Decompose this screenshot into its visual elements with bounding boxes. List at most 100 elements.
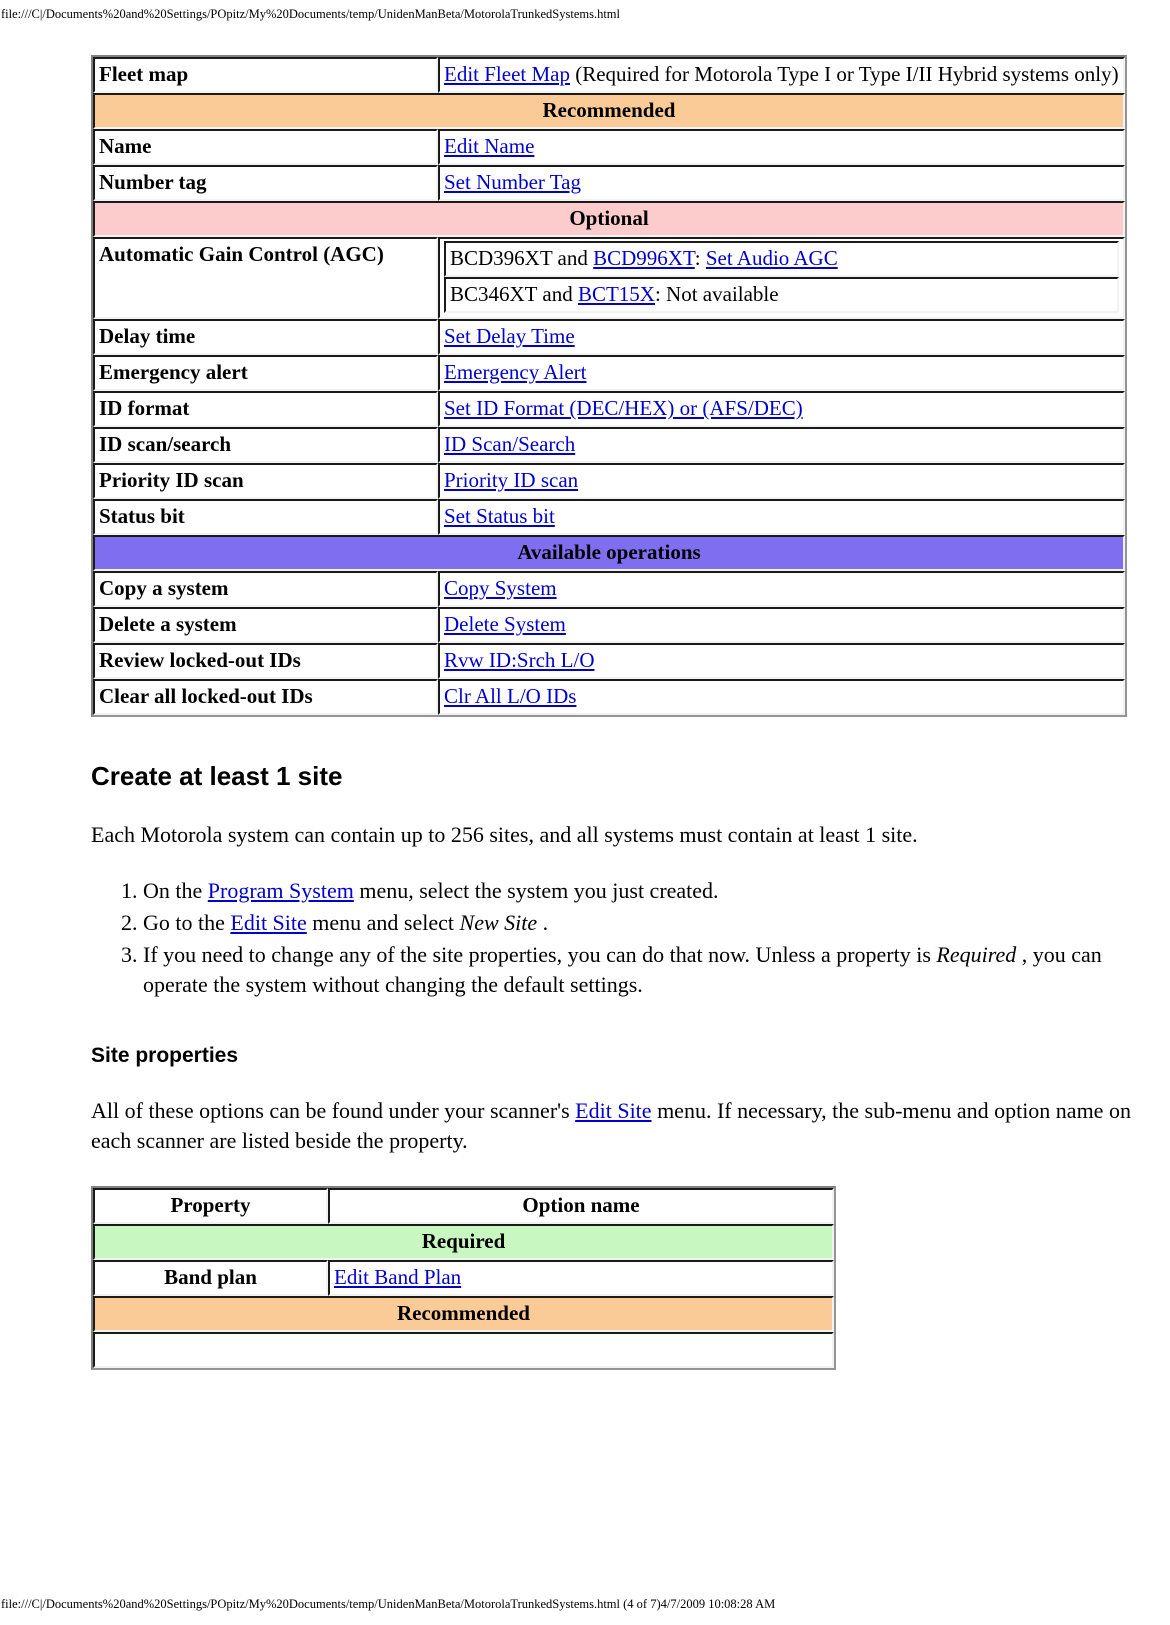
link-set-delay-time[interactable]: Set Delay Time (444, 324, 575, 348)
section-band-available-operations: Available operations (93, 535, 1125, 571)
table-row-status-bit: Status bit Set Status bit (93, 499, 1125, 535)
property-emergency-alert: Emergency alert (93, 355, 438, 391)
value-band-plan: Edit Band Plan (328, 1260, 834, 1296)
section-band-recommended: Recommended (93, 93, 1125, 129)
paragraph-create-site-intro: Each Motorola system can contain up to 2… (91, 822, 918, 847)
table-header-row: Property Option name (93, 1188, 834, 1224)
value-copy-a-system: Copy System (438, 571, 1125, 607)
property-id-scan-search: ID scan/search (93, 427, 438, 463)
value-emergency-alert: Emergency Alert (438, 355, 1125, 391)
link-set-id-format[interactable]: Set ID Format (DEC/HEX) or (AFS/DEC) (444, 396, 803, 420)
page-footer-url: file:///C|/Documents%20and%20Settings/PO… (1, 1597, 776, 1611)
link-emergency-alert[interactable]: Emergency Alert (444, 360, 586, 384)
table-row-id-format: ID format Set ID Format (DEC/HEX) or (AF… (93, 391, 1125, 427)
site-properties-table: Property Option name Required Band plan … (91, 1186, 836, 1370)
link-priority-id-scan[interactable]: Priority ID scan (444, 468, 578, 492)
table-row-fleet-map: Fleet map Edit Fleet Map (Required for M… (93, 57, 1125, 93)
step1-prefix: On the (143, 878, 208, 903)
value-delay-time: Set Delay Time (438, 319, 1125, 355)
table-row-priority-id-scan: Priority ID scan Priority ID scan (93, 463, 1125, 499)
table-row-delete-system: Delete a system Delete System (93, 607, 1125, 643)
step3-prefix: If you need to change any of the site pr… (143, 942, 937, 967)
property-automatic-gain-control: Automatic Gain Control (AGC) (93, 237, 438, 319)
list-item: If you need to change any of the site pr… (143, 940, 1131, 1000)
truncated-row-cell (93, 1332, 834, 1368)
band-label-available-operations: Available operations (93, 535, 1125, 571)
agc-model-line-2: BC346XT and BCT15X: Not available (444, 277, 1119, 313)
value-fleet-map: Edit Fleet Map (Required for Motorola Ty… (438, 57, 1125, 93)
list-item: On the Program System menu, select the s… (143, 876, 1131, 906)
step3-emphasis-required: Required (936, 942, 1017, 967)
property-band-plan: Band plan (93, 1260, 328, 1296)
link-edit-fleet-map[interactable]: Edit Fleet Map (444, 62, 570, 86)
link-rvw-id-srch-lo[interactable]: Rvw ID:Srch L/O (444, 648, 595, 672)
heading-create-at-least-1-site: Create at least 1 site (91, 761, 343, 791)
table-row-number-tag: Number tag Set Number Tag (93, 165, 1125, 201)
table-row-delay-time: Delay time Set Delay Time (93, 319, 1125, 355)
value-id-scan-search: ID Scan/Search (438, 427, 1125, 463)
link-set-number-tag[interactable]: Set Number Tag (444, 170, 581, 194)
agc-row2-prefix: BC346XT and (450, 282, 578, 306)
agc-model-line-1: BCD396XT and BCD996XT: Set Audio AGC (444, 241, 1119, 277)
link-edit-name[interactable]: Edit Name (444, 134, 534, 158)
link-copy-system[interactable]: Copy System (444, 576, 557, 600)
paragraph-site-properties-intro: All of these options can be found under … (91, 1096, 1131, 1156)
link-set-status-bit[interactable]: Set Status bit (444, 504, 555, 528)
value-status-bit: Set Status bit (438, 499, 1125, 535)
table-row-agc: Automatic Gain Control (AGC) BCD396XT an… (93, 237, 1125, 319)
link-edit-site-step2[interactable]: Edit Site (230, 910, 306, 935)
section-band-optional: Optional (93, 201, 1125, 237)
value-priority-id-scan: Priority ID scan (438, 463, 1125, 499)
section-band-required: Required (93, 1224, 834, 1260)
page-content: Fleet map Edit Fleet Map (Required for M… (91, 55, 1131, 1370)
link-edit-site-intro[interactable]: Edit Site (575, 1098, 651, 1123)
property-status-bit: Status bit (93, 499, 438, 535)
fleet-map-note: (Required for Motorola Type I or Type I/… (569, 62, 1119, 86)
link-clr-all-lo-ids[interactable]: Clr All L/O IDs (444, 684, 576, 708)
step1-suffix: menu, select the system you just created… (353, 878, 719, 903)
property-review-locked-out-ids: Review locked-out IDs (93, 643, 438, 679)
step2-emphasis-new-site: New Site (459, 910, 538, 935)
create-site-step-list: On the Program System menu, select the s… (91, 876, 1131, 1000)
table-row-review-locked-out-ids: Review locked-out IDs Rvw ID:Srch L/O (93, 643, 1125, 679)
link-id-scan-search[interactable]: ID Scan/Search (444, 432, 575, 456)
property-number-tag: Number tag (93, 165, 438, 201)
link-bct15x[interactable]: BCT15X (578, 282, 655, 306)
table-row-name: Name Edit Name (93, 129, 1125, 165)
link-set-audio-agc[interactable]: Set Audio AGC (706, 246, 838, 270)
list-item: Go to the Edit Site menu and select New … (143, 908, 1131, 938)
heading-site-properties: Site properties (91, 1044, 239, 1067)
agc-subtable: BCD396XT and BCD996XT: Set Audio AGC BC3… (444, 241, 1119, 313)
agc-subtable-row-1: BCD396XT and BCD996XT: Set Audio AGC (444, 241, 1119, 277)
link-edit-band-plan[interactable]: Edit Band Plan (334, 1265, 461, 1289)
column-header-property: Property (93, 1188, 328, 1224)
value-number-tag: Set Number Tag (438, 165, 1125, 201)
table-row-band-plan: Band plan Edit Band Plan (93, 1260, 834, 1296)
property-delete-a-system: Delete a system (93, 607, 438, 643)
link-delete-system[interactable]: Delete System (444, 612, 566, 636)
column-header-option-name: Option name (328, 1188, 834, 1224)
value-delete-a-system: Delete System (438, 607, 1125, 643)
table-row-copy-system: Copy a system Copy System (93, 571, 1125, 607)
agc-row1-prefix: BCD396XT and (450, 246, 594, 270)
property-copy-a-system: Copy a system (93, 571, 438, 607)
band-label-required: Required (93, 1224, 834, 1260)
page-header-url: file:///C|/Documents%20and%20Settings/PO… (1, 7, 621, 21)
band-label-optional: Optional (93, 201, 1125, 237)
site-intro-prefix: All of these options can be found under … (91, 1098, 576, 1123)
agc-subtable-row-2: BC346XT and BCT15X: Not available (444, 277, 1119, 313)
table-row-emergency-alert: Emergency alert Emergency Alert (93, 355, 1125, 391)
agc-row2-suffix: : Not available (654, 282, 779, 306)
band-label-recommended: Recommended (93, 93, 1125, 129)
value-id-format: Set ID Format (DEC/HEX) or (AFS/DEC) (438, 391, 1125, 427)
value-automatic-gain-control: BCD396XT and BCD996XT: Set Audio AGC BC3… (438, 237, 1125, 319)
step2-prefix: Go to the (143, 910, 231, 935)
link-bcd996xt[interactable]: BCD996XT (593, 246, 695, 270)
step2-middle: menu and select (306, 910, 460, 935)
property-clear-all-locked-out-ids: Clear all locked-out IDs (93, 679, 438, 715)
table-row-clear-locked-out-ids: Clear all locked-out IDs Clr All L/O IDs (93, 679, 1125, 715)
step2-suffix: . (537, 910, 549, 935)
property-delay-time: Delay time (93, 319, 438, 355)
link-program-system[interactable]: Program System (208, 878, 354, 903)
